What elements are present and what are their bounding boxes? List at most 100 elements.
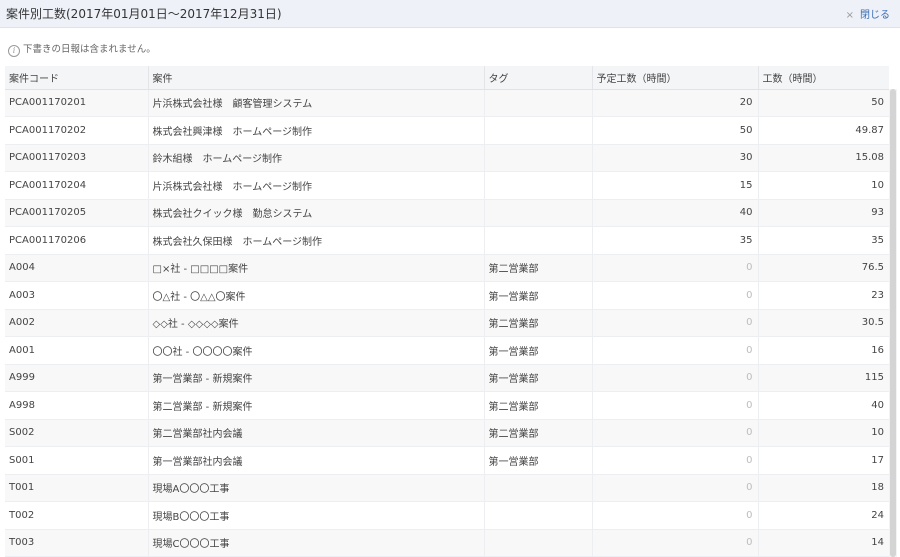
cell-actual-hours: 115 xyxy=(757,364,889,392)
table-row[interactable]: A001 〇〇社 - 〇〇〇〇案件 第一営業部 0 16 xyxy=(5,336,889,365)
cell-planned-hours: 0 xyxy=(591,309,758,337)
cell-actual-hours: 23 xyxy=(757,281,889,310)
cell-actual-hours: 93 xyxy=(757,199,889,227)
cell-project-code: PCA001170206 xyxy=(5,226,148,255)
column-header-actual-hours[interactable]: 工数（時間） xyxy=(757,66,889,90)
close-icon: × xyxy=(845,10,854,21)
dialog-header: 案件別工数(2017年01月01日～2017年12月31日) × 閉じる xyxy=(0,0,900,28)
cell-planned-hours: 30 xyxy=(591,144,758,172)
cell-tag: 第二営業部 xyxy=(483,254,592,282)
close-label: 閉じる xyxy=(860,10,890,21)
cell-project-name: 鈴木組様 ホームページ制作 xyxy=(147,144,484,172)
draft-notice: i 下書きの日報は含まれません。 xyxy=(8,41,156,57)
column-header-tag[interactable]: タグ xyxy=(483,66,592,90)
cell-planned-hours: 0 xyxy=(591,364,758,392)
cell-project-name: 現場C〇〇〇工事 xyxy=(147,529,484,557)
cell-planned-hours: 0 xyxy=(591,391,758,420)
cell-tag xyxy=(483,226,592,255)
cell-tag xyxy=(483,501,592,530)
cell-actual-hours: 17 xyxy=(757,446,889,475)
cell-planned-hours: 0 xyxy=(591,336,758,365)
cell-actual-hours: 49.87 xyxy=(757,116,889,145)
cell-tag: 第一営業部 xyxy=(483,281,592,310)
cell-project-name: 第一営業部 - 新規案件 xyxy=(147,364,484,392)
cell-project-code: T003 xyxy=(5,529,148,557)
cell-planned-hours: 0 xyxy=(591,474,758,502)
column-header-project[interactable]: 案件 xyxy=(147,66,484,90)
column-header-code[interactable]: 案件コード xyxy=(5,66,148,90)
table-row[interactable]: PCA001170205 株式会社クイック様 勤怠システム 40 93 xyxy=(5,199,889,227)
cell-planned-hours: 20 xyxy=(591,89,758,117)
table-row[interactable]: A998 第二営業部 - 新規案件 第二営業部 0 40 xyxy=(5,391,889,420)
cell-project-name: 片浜株式会社様 顧客管理システム xyxy=(147,89,484,117)
cell-project-name: 〇〇社 - 〇〇〇〇案件 xyxy=(147,336,484,365)
cell-tag xyxy=(483,529,592,557)
table-row[interactable]: PCA001170202 株式会社興津様 ホームページ制作 50 49.87 xyxy=(5,116,889,145)
cell-project-name: 〇△社 - 〇△△〇案件 xyxy=(147,281,484,310)
cell-project-code: A998 xyxy=(5,391,148,420)
column-header-planned-hours[interactable]: 予定工数（時間） xyxy=(591,66,758,90)
cell-project-code: PCA001170203 xyxy=(5,144,148,172)
cell-planned-hours: 0 xyxy=(591,254,758,282)
cell-project-name: □×社 - □□□□案件 xyxy=(147,254,484,282)
scrollbar-thumb[interactable] xyxy=(890,89,896,557)
close-button[interactable]: × 閉じる xyxy=(846,6,890,21)
cell-project-code: T001 xyxy=(5,474,148,502)
table-row[interactable]: PCA001170204 片浜株式会社様 ホームページ制作 15 10 xyxy=(5,171,889,200)
cell-planned-hours: 40 xyxy=(591,199,758,227)
cell-actual-hours: 50 xyxy=(757,89,889,117)
info-icon: i xyxy=(8,45,20,57)
table-row[interactable]: T002 現場B〇〇〇工事 0 24 xyxy=(5,501,889,530)
table-row[interactable]: A004 □×社 - □□□□案件 第二営業部 0 76.5 xyxy=(5,254,889,282)
cell-project-name: ◇◇社 - ◇◇◇◇案件 xyxy=(147,309,484,337)
table-row[interactable]: PCA001170206 株式会社久保田様 ホームページ制作 35 35 xyxy=(5,226,889,255)
cell-tag: 第二営業部 xyxy=(483,391,592,420)
table-header-row: 案件コード 案件 タグ 予定工数（時間） 工数（時間） xyxy=(5,66,889,90)
cell-actual-hours: 18 xyxy=(757,474,889,502)
cell-tag xyxy=(483,474,592,502)
table-row[interactable]: PCA001170201 片浜株式会社様 顧客管理システム 20 50 xyxy=(5,89,889,117)
cell-tag xyxy=(483,199,592,227)
cell-project-name: 株式会社クイック様 勤怠システム xyxy=(147,199,484,227)
cell-project-code: A003 xyxy=(5,281,148,310)
cell-tag: 第一営業部 xyxy=(483,364,592,392)
cell-planned-hours: 0 xyxy=(591,529,758,557)
cell-planned-hours: 50 xyxy=(591,116,758,145)
cell-tag: 第一営業部 xyxy=(483,336,592,365)
cell-tag xyxy=(483,171,592,200)
cell-planned-hours: 0 xyxy=(591,419,758,447)
project-hours-table: 案件コード 案件 タグ 予定工数（時間） 工数（時間） PCA001170201… xyxy=(5,66,889,557)
table-row[interactable]: PCA001170203 鈴木組様 ホームページ制作 30 15.08 xyxy=(5,144,889,172)
cell-tag: 第二営業部 xyxy=(483,309,592,337)
table-body: PCA001170201 片浜株式会社様 顧客管理システム 20 50 PCA00117… xyxy=(5,89,889,557)
table-row[interactable]: S001 第一営業部社内会議 第一営業部 0 17 xyxy=(5,446,889,475)
cell-project-code: PCA001170204 xyxy=(5,171,148,200)
cell-project-code: S002 xyxy=(5,419,148,447)
cell-project-name: 片浜株式会社様 ホームページ制作 xyxy=(147,171,484,200)
cell-planned-hours: 0 xyxy=(591,501,758,530)
cell-planned-hours: 15 xyxy=(591,171,758,200)
table-row[interactable]: S002 第二営業部社内会議 第二営業部 0 10 xyxy=(5,419,889,447)
cell-actual-hours: 30.5 xyxy=(757,309,889,337)
vertical-scrollbar[interactable] xyxy=(889,89,897,557)
cell-project-name: 第一営業部社内会議 xyxy=(147,446,484,475)
cell-actual-hours: 16 xyxy=(757,336,889,365)
cell-project-code: T002 xyxy=(5,501,148,530)
table-row[interactable]: A003 〇△社 - 〇△△〇案件 第一営業部 0 23 xyxy=(5,281,889,310)
cell-project-name: 株式会社興津様 ホームページ制作 xyxy=(147,116,484,145)
cell-project-code: PCA001170202 xyxy=(5,116,148,145)
cell-planned-hours: 35 xyxy=(591,226,758,255)
table-row[interactable]: A999 第一営業部 - 新規案件 第一営業部 0 115 xyxy=(5,364,889,392)
cell-project-code: A001 xyxy=(5,336,148,365)
dialog-title: 案件別工数(2017年01月01日～2017年12月31日) xyxy=(6,7,282,21)
cell-tag xyxy=(483,116,592,145)
cell-project-code: PCA001170201 xyxy=(5,89,148,117)
table-row[interactable]: T001 現場A〇〇〇工事 0 18 xyxy=(5,474,889,502)
cell-project-code: A004 xyxy=(5,254,148,282)
cell-tag xyxy=(483,144,592,172)
table-row[interactable]: A002 ◇◇社 - ◇◇◇◇案件 第二営業部 0 30.5 xyxy=(5,309,889,337)
cell-actual-hours: 10 xyxy=(757,171,889,200)
cell-project-code: S001 xyxy=(5,446,148,475)
table-row[interactable]: T003 現場C〇〇〇工事 0 14 xyxy=(5,529,889,557)
cell-project-name: 現場A〇〇〇工事 xyxy=(147,474,484,502)
